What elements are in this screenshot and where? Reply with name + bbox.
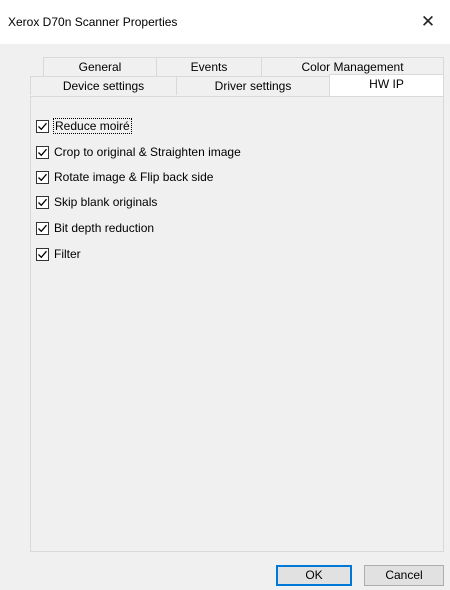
tab-hw-ip-label: HW IP xyxy=(369,77,404,91)
cancel-button[interactable]: Cancel xyxy=(364,565,444,586)
tab-driver-settings[interactable]: Driver settings xyxy=(176,76,329,95)
window-title: Xerox D70n Scanner Properties xyxy=(8,15,178,29)
option-crop-straighten[interactable]: Crop to original & Straighten image xyxy=(36,144,241,160)
crop-straighten-checkbox[interactable] xyxy=(36,145,49,159)
checkmark-icon xyxy=(38,250,47,258)
checkmark-icon xyxy=(38,122,47,130)
scanner-properties-dialog: Xerox D70n Scanner Properties ✕ General … xyxy=(0,0,450,590)
checkmark-icon xyxy=(38,173,47,181)
skip-blank-label: Skip blank originals xyxy=(54,195,158,209)
crop-straighten-label: Crop to original & Straighten image xyxy=(54,145,241,159)
filter-checkbox[interactable] xyxy=(36,247,49,261)
bit-depth-checkbox[interactable] xyxy=(36,221,49,235)
reduce-moire-label: Reduce moiré xyxy=(53,118,132,134)
reduce-moire-checkbox[interactable] xyxy=(36,119,49,133)
checkmark-icon xyxy=(38,224,47,232)
option-filter[interactable]: Filter xyxy=(36,246,81,262)
close-button[interactable]: ✕ xyxy=(406,0,450,44)
close-icon: ✕ xyxy=(420,12,436,31)
rotate-flip-checkbox[interactable] xyxy=(36,170,49,184)
tab-color-management-label: Color Management xyxy=(301,60,404,74)
option-rotate-flip[interactable]: Rotate image & Flip back side xyxy=(36,169,213,185)
tab-general-label: General xyxy=(78,60,122,74)
tab-device-settings-label: Device settings xyxy=(62,79,145,93)
checkmark-icon xyxy=(38,198,47,206)
tab-events[interactable]: Events xyxy=(156,57,261,76)
tab-row-bottom: Device settings Driver settings HW IP xyxy=(0,74,450,96)
checkmark-icon xyxy=(38,148,47,156)
ok-button[interactable]: OK xyxy=(276,565,352,586)
hw-ip-panel xyxy=(30,96,444,552)
rotate-flip-label: Rotate image & Flip back side xyxy=(54,170,214,184)
tab-general[interactable]: General xyxy=(43,57,156,76)
tab-driver-settings-label: Driver settings xyxy=(214,79,292,93)
tab-device-settings[interactable]: Device settings xyxy=(30,76,176,95)
tab-events-label: Events xyxy=(190,60,228,74)
filter-label: Filter xyxy=(54,247,81,261)
title-bar: Xerox D70n Scanner Properties ✕ xyxy=(0,0,450,44)
option-skip-blank[interactable]: Skip blank originals xyxy=(36,194,157,210)
option-reduce-moire[interactable]: Reduce moiré xyxy=(36,118,132,134)
bit-depth-label: Bit depth reduction xyxy=(54,221,155,235)
tab-hw-ip[interactable]: HW IP xyxy=(329,74,444,96)
skip-blank-checkbox[interactable] xyxy=(36,195,49,209)
option-bit-depth[interactable]: Bit depth reduction xyxy=(36,220,154,236)
